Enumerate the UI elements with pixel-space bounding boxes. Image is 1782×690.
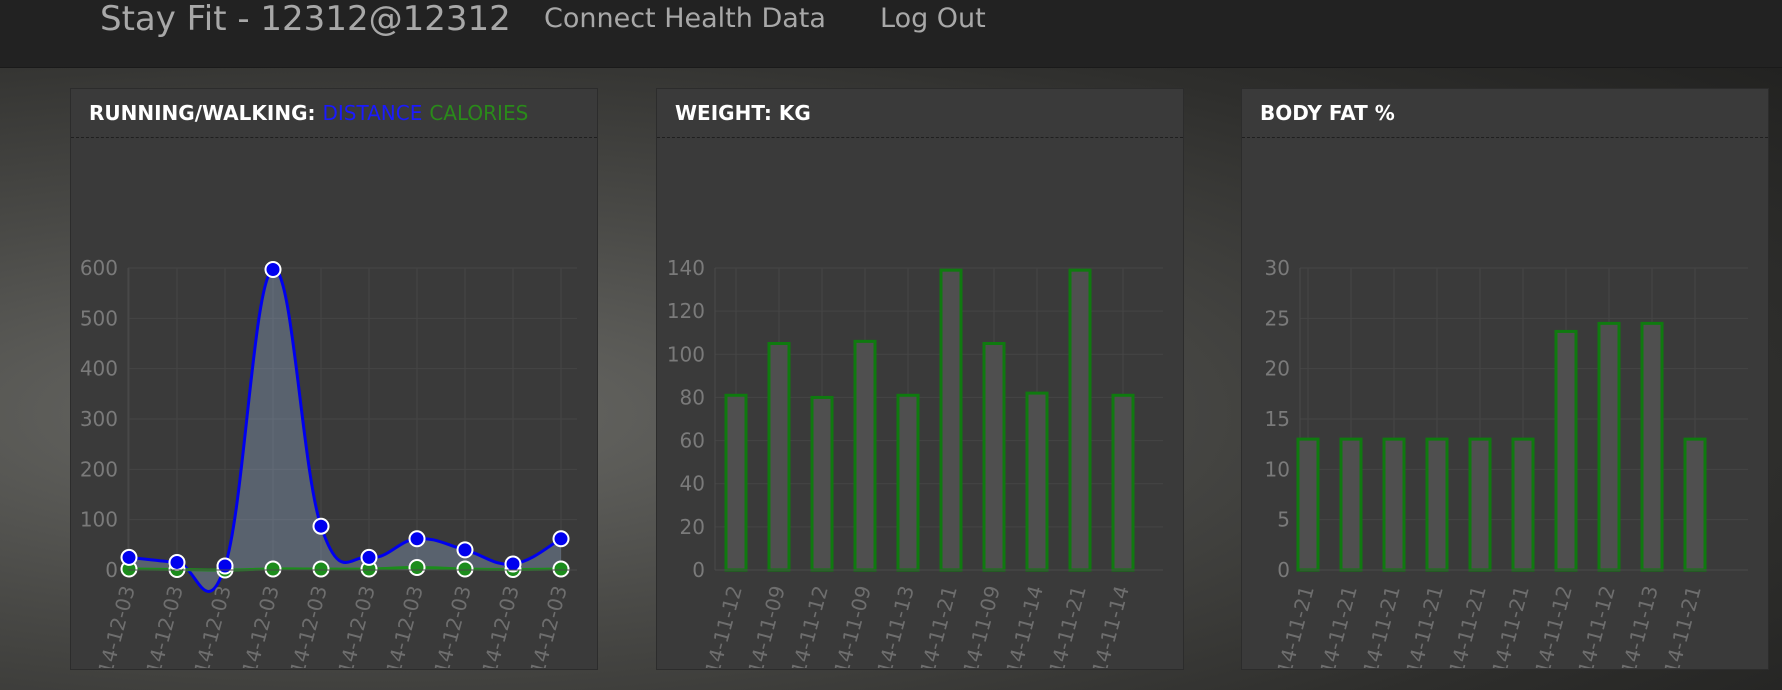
distance-point	[264, 261, 282, 279]
panel-heading: BODY FAT %	[1242, 89, 1768, 138]
bar	[1511, 437, 1535, 572]
y-tick-label: 100	[80, 508, 118, 532]
legend-distance: DISTANCE	[322, 101, 423, 125]
x-tick-label: 2014-12-03	[231, 583, 284, 668]
calories-point	[456, 560, 474, 578]
panel-heading: RUNNING/WALKING: DISTANCE CALORIES	[71, 89, 597, 138]
plot-area: 0204060801001201402014-11-122014-11-0920…	[667, 256, 1163, 668]
y-tick-label: 20	[1265, 357, 1290, 381]
distance-point	[120, 548, 138, 566]
brand-title[interactable]: Stay Fit - 12312@12312	[100, 0, 511, 38]
distance-point	[360, 548, 378, 566]
x-tick-label: 2014-12-03	[519, 583, 572, 668]
bar	[1339, 437, 1363, 572]
x-tick-label: 2014-12-03	[135, 583, 188, 668]
y-tick-label: 600	[80, 256, 118, 280]
y-tick-label: 300	[80, 407, 118, 431]
panel-title: RUNNING/WALKING:	[89, 101, 316, 125]
bar	[896, 393, 920, 572]
bar	[810, 395, 834, 572]
bar	[1068, 268, 1092, 572]
bar	[767, 342, 791, 572]
distance-point	[168, 553, 186, 571]
calories-point	[408, 558, 426, 576]
bar	[1468, 437, 1492, 572]
y-tick-label: 140	[667, 256, 705, 280]
x-tick-label: 2014-12-03	[87, 583, 140, 668]
x-tick-label: 2014-11-12	[694, 583, 747, 668]
weight-panel: WEIGHT: KG 0 20 40 60 80 100 120 140 2014-11-12 2…	[656, 88, 1184, 670]
bar	[1597, 321, 1621, 572]
y-tick-label: 5	[1277, 508, 1290, 532]
distance-line	[128, 268, 562, 593]
calories-point	[312, 560, 330, 578]
bar	[724, 393, 748, 572]
distance-point	[312, 517, 330, 535]
calories-point	[264, 560, 282, 578]
log-out-link[interactable]: Log Out	[880, 0, 986, 38]
bar	[1296, 437, 1320, 572]
bar	[939, 268, 963, 572]
y-tick-label: 10	[1265, 457, 1290, 481]
x-tick-label: 2014-12-03	[423, 583, 476, 668]
y-tick-label: 20	[680, 515, 705, 539]
distance-point	[408, 530, 426, 548]
distance-point	[216, 557, 234, 575]
bar	[1640, 321, 1664, 572]
body-fat-chart: 0510152025302014-11-212014-11-212014-11-…	[1265, 256, 1748, 668]
bar	[1683, 437, 1707, 572]
distance-point	[504, 555, 522, 573]
x-tick-label: 2014-12-03	[375, 583, 428, 668]
y-tick-label: 100	[667, 342, 705, 366]
plot-area: 01002003004005006002014-12-032014-12-032…	[80, 256, 577, 668]
y-tick-label: 0	[1277, 558, 1290, 582]
bar	[1025, 391, 1049, 572]
x-tick-label: 2014-12-03	[279, 583, 332, 668]
bar	[1425, 437, 1449, 572]
bar	[1382, 437, 1406, 572]
y-tick-label: 30	[1265, 256, 1290, 280]
y-tick-label: 500	[80, 306, 118, 330]
bar	[853, 339, 877, 572]
distance-point	[552, 530, 570, 548]
calories-point	[552, 560, 570, 578]
navbar: Stay Fit - 12312@12312 Connect Health Da…	[0, 0, 1782, 68]
y-tick-label: 40	[680, 472, 705, 496]
distance-area	[129, 269, 561, 592]
y-tick-label: 80	[680, 385, 705, 409]
weight-chart: 0204060801001201402014-11-122014-11-0920…	[667, 256, 1163, 668]
panel-title: BODY FAT %	[1260, 101, 1395, 125]
y-tick-label: 60	[680, 429, 705, 453]
y-tick-label: 0	[105, 558, 118, 582]
running-walking-chart: 01002003004005006002014-12-032014-12-032…	[80, 256, 577, 668]
x-tick-label: 2014-11-21	[1266, 583, 1319, 668]
y-tick-label: 0	[692, 558, 705, 582]
panel-title: WEIGHT: KG	[675, 101, 811, 125]
running-walking-panel: RUNNING/WALKING: DISTANCE CALORIES 0 100 2…	[70, 88, 598, 670]
connect-health-data-link[interactable]: Connect Health Data	[544, 0, 826, 38]
legend-calories: CALORIES	[429, 101, 529, 125]
bar	[1111, 393, 1135, 572]
y-tick-label: 25	[1265, 306, 1290, 330]
bar	[1554, 329, 1578, 572]
plot-area: 0510152025302014-11-212014-11-212014-11-…	[1265, 256, 1748, 668]
x-tick-label: 2014-12-03	[183, 583, 236, 668]
y-tick-label: 400	[80, 357, 118, 381]
y-tick-label: 200	[80, 457, 118, 481]
x-tick-label: 2014-12-03	[327, 583, 380, 668]
panel-heading: WEIGHT: KG	[657, 89, 1183, 138]
y-tick-label: 120	[667, 299, 705, 323]
x-tick-label: 2014-12-03	[471, 583, 524, 668]
bar	[982, 342, 1006, 572]
y-tick-label: 15	[1265, 407, 1290, 431]
body-fat-panel: BODY FAT % 0 5 10 15 20 25 30 2014-11-21 2014-11…	[1241, 88, 1769, 670]
distance-point	[456, 541, 474, 559]
